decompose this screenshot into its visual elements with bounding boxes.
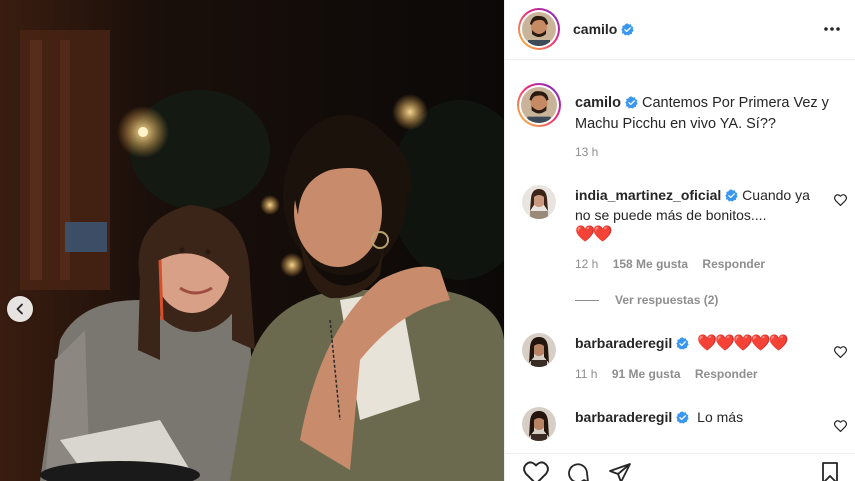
share-icon bbox=[609, 463, 631, 481]
caption-age: 13 h bbox=[575, 145, 599, 159]
like-comment-button[interactable] bbox=[833, 193, 848, 211]
avatar-image bbox=[522, 407, 556, 441]
photo-illustration bbox=[0, 0, 504, 481]
comment-age: 12 h bbox=[575, 257, 599, 271]
post-header: camilo bbox=[505, 0, 855, 60]
more-options-button[interactable] bbox=[823, 20, 841, 43]
heart-icon bbox=[833, 346, 848, 359]
comment-username[interactable]: india_martinez_oficial bbox=[575, 187, 721, 203]
commenter-avatar[interactable] bbox=[522, 407, 556, 441]
comment-body: Lo más bbox=[697, 409, 744, 425]
like-post-button[interactable] bbox=[523, 461, 549, 481]
comment-likes[interactable]: 158 Me gusta bbox=[613, 257, 688, 271]
verified-badge-icon bbox=[676, 337, 689, 350]
comment-text: barbaraderegil Lo más bbox=[575, 407, 820, 427]
verified-badge-icon bbox=[725, 189, 738, 202]
more-options-icon bbox=[824, 27, 840, 31]
comment-post-button[interactable] bbox=[565, 461, 591, 481]
author-username[interactable]: camilo bbox=[573, 21, 617, 37]
bookmark-icon bbox=[822, 462, 838, 481]
header-author: camilo bbox=[573, 21, 635, 39]
comment-icon bbox=[568, 463, 589, 481]
verified-badge-icon bbox=[676, 411, 689, 424]
comment-text: barbaraderegil ❤️❤️❤️❤️❤️ bbox=[575, 333, 820, 354]
author-avatar[interactable] bbox=[518, 8, 560, 50]
like-comment-button[interactable] bbox=[833, 419, 848, 437]
avatar-image bbox=[522, 185, 556, 219]
avatar-image bbox=[521, 87, 557, 123]
heart-icon bbox=[833, 420, 848, 433]
reply-button[interactable]: Responder bbox=[702, 257, 765, 271]
verified-badge-icon bbox=[621, 23, 635, 36]
post-photo[interactable] bbox=[0, 0, 504, 481]
comment-emoji: ❤️❤️ bbox=[575, 226, 613, 243]
commenter-avatar[interactable] bbox=[522, 333, 556, 367]
post-actions-bar bbox=[505, 453, 855, 481]
comment-meta: 12 h 158 Me gusta Responder bbox=[575, 257, 776, 271]
view-replies-label: Ver respuestas (2) bbox=[615, 293, 719, 307]
caption-username[interactable]: camilo bbox=[575, 95, 621, 111]
commenter-avatar[interactable] bbox=[522, 185, 556, 219]
caption-author-avatar[interactable] bbox=[517, 83, 561, 127]
caption-meta: 13 h bbox=[575, 145, 609, 159]
heart-icon bbox=[523, 461, 549, 481]
comment-age: 11 h bbox=[575, 367, 598, 381]
comments-list: camilo Cantemos Por Primera Vez y Machu … bbox=[505, 61, 855, 453]
replies-divider bbox=[575, 300, 599, 302]
comment-likes[interactable]: 91 Me gusta bbox=[612, 367, 681, 381]
view-replies-button[interactable]: Ver respuestas (2) bbox=[575, 293, 718, 307]
share-post-button[interactable] bbox=[607, 461, 633, 481]
verified-badge-icon bbox=[625, 96, 638, 109]
carousel-prev-button[interactable] bbox=[7, 296, 33, 322]
heart-icon bbox=[833, 194, 848, 207]
comment-username[interactable]: barbaraderegil bbox=[575, 335, 672, 351]
caption-text: camilo Cantemos Por Primera Vez y Machu … bbox=[575, 93, 845, 135]
avatar-image bbox=[522, 12, 556, 46]
comment-meta: 11 h 91 Me gusta Responder bbox=[575, 367, 769, 381]
post-side-panel: camilo camilo Cantemos Por Primera Vez y… bbox=[504, 0, 855, 481]
reply-button[interactable]: Responder bbox=[695, 367, 758, 381]
like-comment-button[interactable] bbox=[833, 345, 848, 363]
save-post-button[interactable] bbox=[819, 461, 841, 481]
comment-username[interactable]: barbaraderegil bbox=[575, 409, 672, 425]
comment-text: india_martinez_oficial Cuando ya no se p… bbox=[575, 185, 820, 245]
avatar-image bbox=[522, 333, 556, 367]
comment-emoji: ❤️❤️❤️❤️❤️ bbox=[697, 335, 789, 352]
chevron-left-icon bbox=[16, 303, 23, 315]
